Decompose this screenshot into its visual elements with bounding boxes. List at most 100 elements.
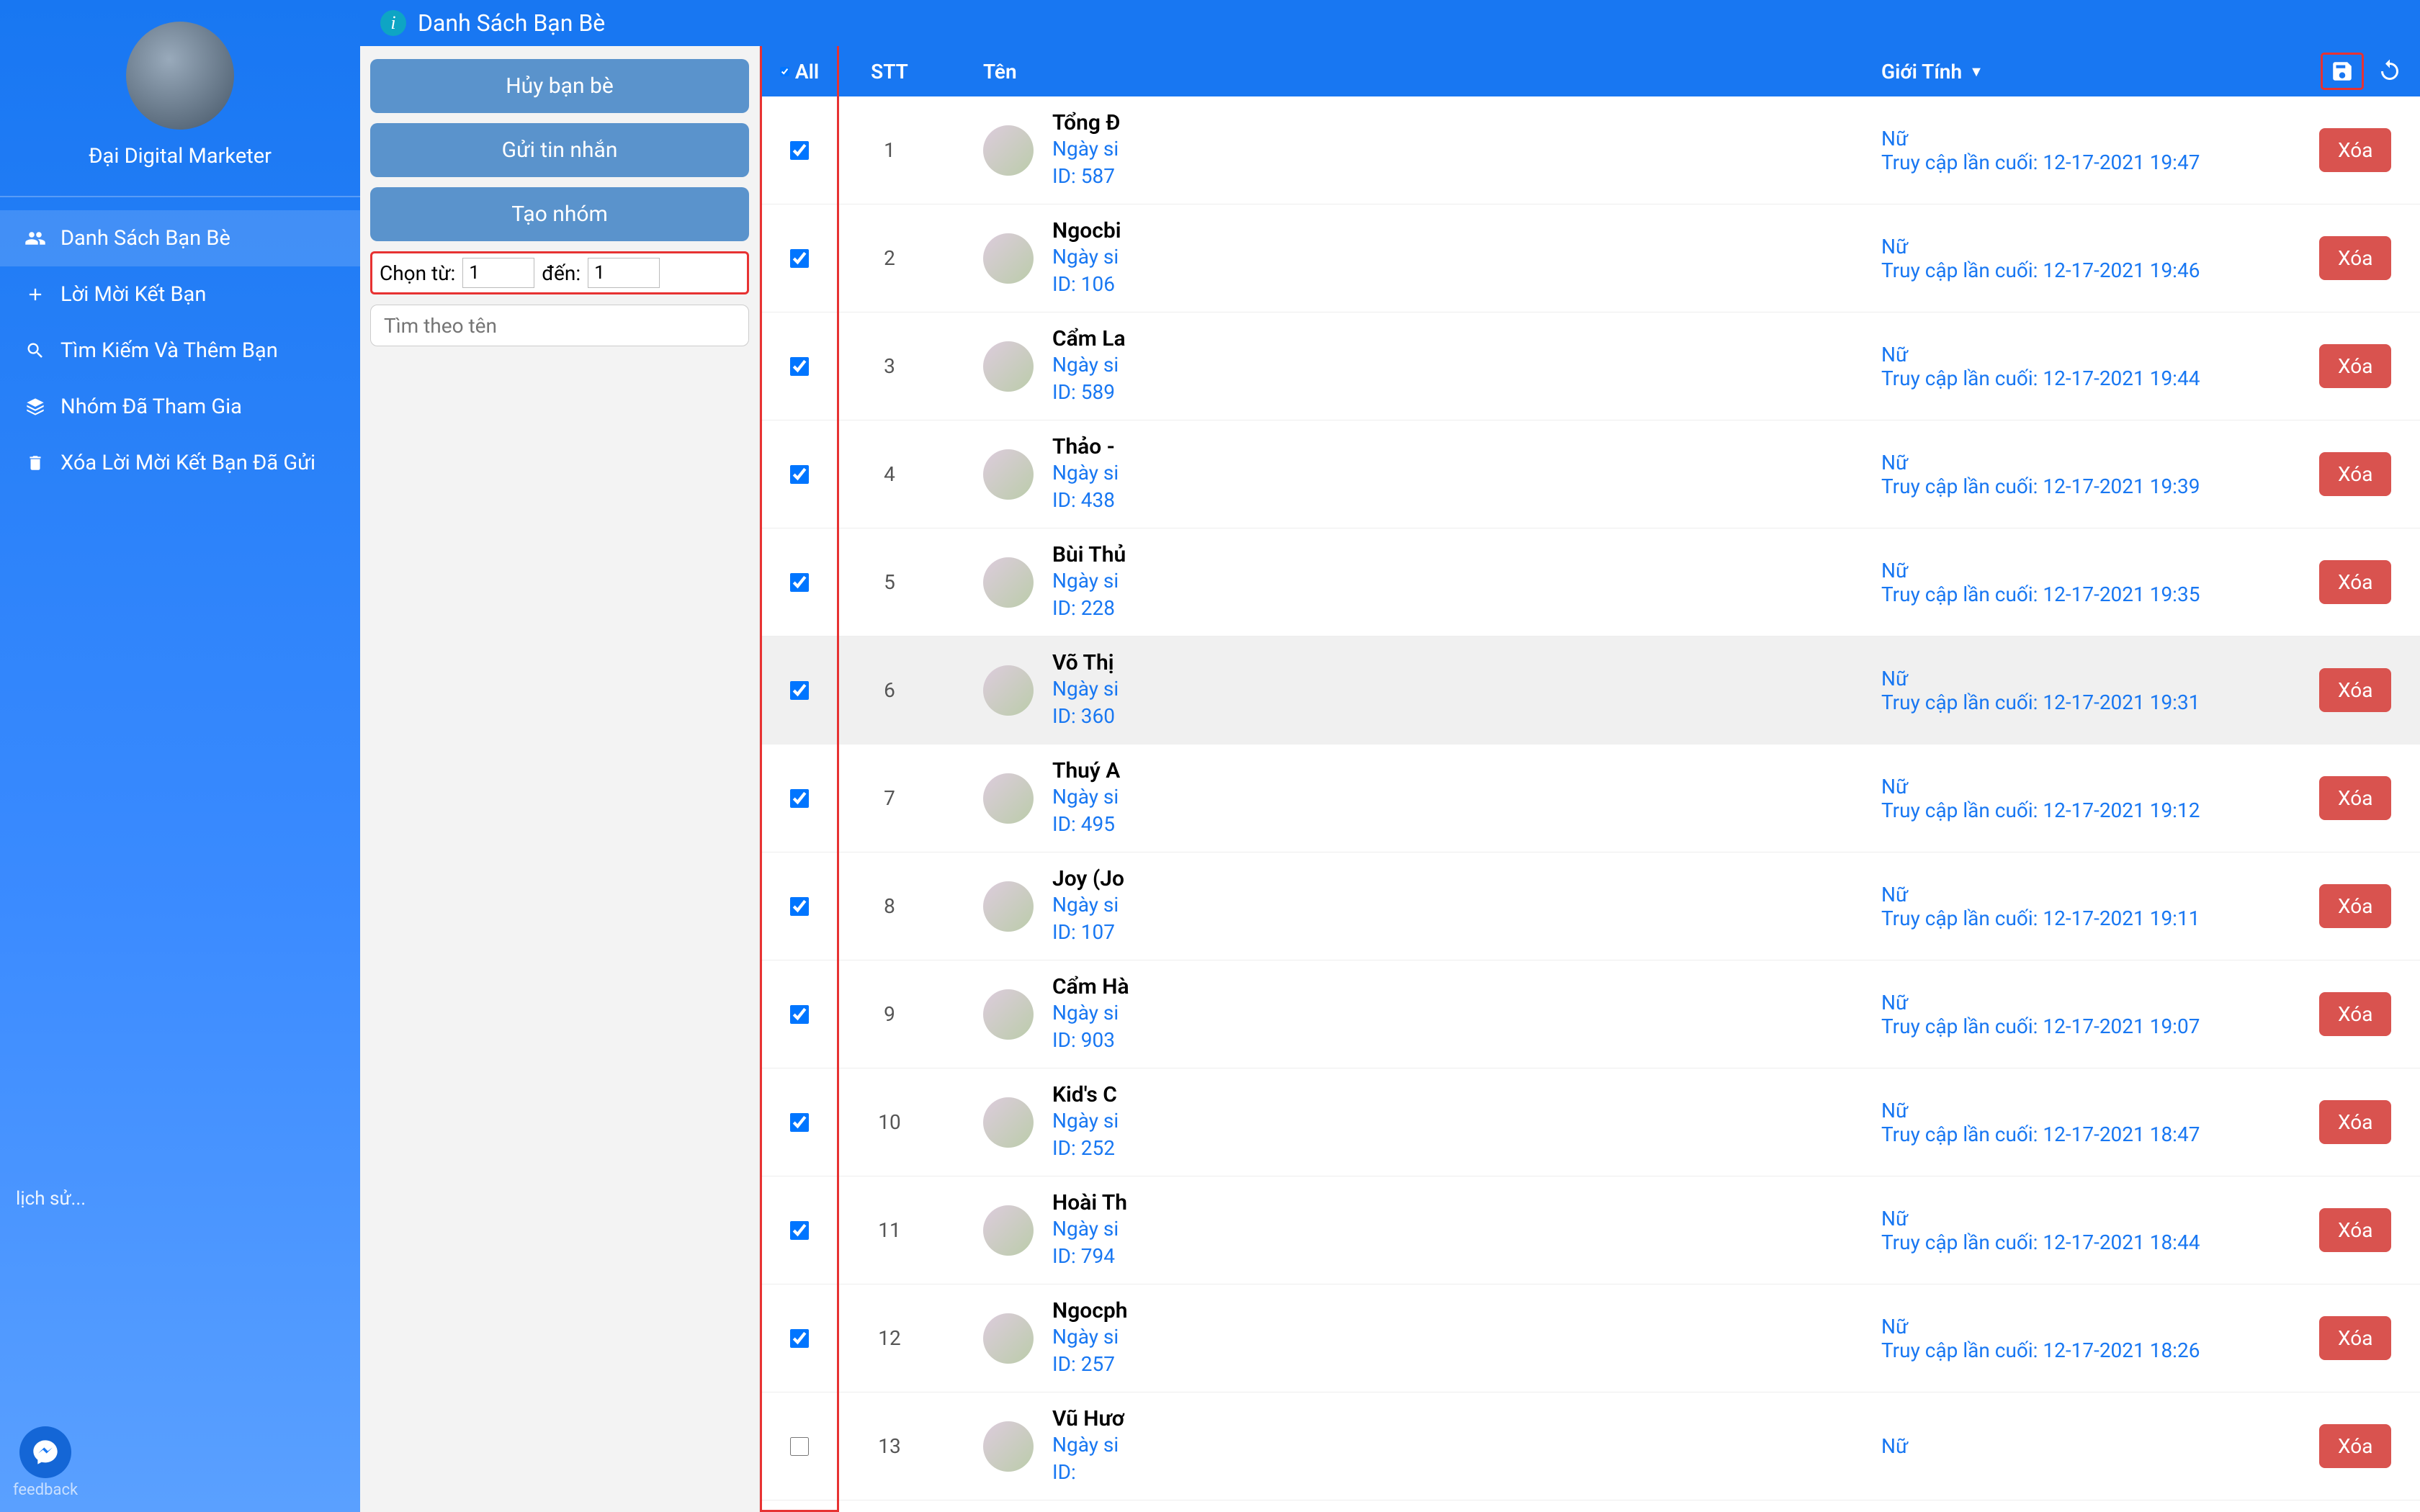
friend-dob: Ngày si [1052,1323,1128,1351]
row-checkbox[interactable] [790,573,809,592]
friend-gender: Nữ [1881,883,2319,906]
friend-avatar[interactable] [983,989,1034,1040]
friend-name[interactable]: Tổng Đ [1052,110,1120,135]
friend-id: ID: 903 [1052,1027,1129,1054]
friend-avatar[interactable] [983,1421,1034,1472]
friend-avatar[interactable] [983,1205,1034,1256]
friends-table: All STT Tên Giới Tính ▼ [760,46,2420,1512]
delete-button[interactable]: Xóa [2319,452,2391,496]
sidebar: Đại Digital Marketer Danh Sách Bạn BèLời… [0,0,360,1512]
range-to-label: đến: [542,261,581,285]
row-checkbox[interactable] [790,1221,809,1240]
sidebar-nav: Danh Sách Bạn BèLời Mời Kết BạnTìm Kiếm … [0,210,360,491]
table-row: 3Cẩm LaNgày siID: 589NữTruy cập lần cuối… [760,312,2420,420]
delete-button[interactable]: Xóa [2319,236,2391,280]
sidebar-item-3[interactable]: Nhóm Đã Tham Gia [0,379,360,435]
delete-button[interactable]: Xóa [2319,1424,2391,1468]
save-icon[interactable] [2321,53,2364,90]
table-row: 5Bùi ThủNgày siID: 228NữTruy cập lần cuố… [760,528,2420,636]
row-checkbox[interactable] [790,1005,809,1024]
titlebar: i Danh Sách Bạn Bè [360,0,2420,46]
header-name[interactable]: Tên [940,60,1873,84]
friend-name[interactable]: Võ Thị [1052,650,1119,675]
refresh-icon[interactable] [2377,58,2403,84]
friend-avatar[interactable] [983,665,1034,716]
row-checkbox[interactable] [790,1437,809,1456]
delete-button[interactable]: Xóa [2319,1316,2391,1360]
row-checkbox[interactable] [790,897,809,916]
row-checkbox[interactable] [790,465,809,484]
friend-avatar[interactable] [983,233,1034,284]
messenger-icon[interactable] [19,1426,71,1478]
sidebar-item-4[interactable]: Xóa Lời Mời Kết Bạn Đã Gửi [0,435,360,491]
friend-last-access: Truy cập lần cuối: 12-17-2021 18:26 [1881,1338,2319,1362]
history-label[interactable]: lịch sử... [16,1188,86,1210]
friend-name[interactable]: Cẩm La [1052,326,1126,351]
delete-button[interactable]: Xóa [2319,992,2391,1036]
friend-avatar[interactable] [983,773,1034,824]
friend-avatar[interactable] [983,557,1034,608]
friend-last-access: Truy cập lần cuối: 12-17-2021 19:11 [1881,906,2319,930]
row-checkbox[interactable] [790,789,809,808]
friend-avatar[interactable] [983,1097,1034,1148]
select-all-checkbox[interactable] [780,67,789,76]
row-checkbox[interactable] [790,681,809,700]
friend-name[interactable]: Ngocbi [1052,218,1121,243]
info-icon[interactable]: i [380,10,406,36]
range-to-input[interactable] [588,258,660,288]
table-row: 12NgocphNgày siID: 257NữTruy cập lần cuố… [760,1284,2420,1392]
row-checkbox[interactable] [790,357,809,376]
sidebar-item-label: Nhóm Đã Tham Gia [60,395,242,419]
send-message-button[interactable]: Gửi tin nhắn [370,123,749,177]
sidebar-item-0[interactable]: Danh Sách Bạn Bè [0,210,360,266]
row-checkbox[interactable] [790,249,809,268]
unfriend-button[interactable]: Hủy bạn bè [370,59,749,113]
header-gender[interactable]: Giới Tính ▼ [1873,60,2319,84]
delete-button[interactable]: Xóa [2319,776,2391,820]
friend-name[interactable]: Hoài Th [1052,1190,1127,1215]
friend-dob: Ngày si [1052,135,1120,163]
friend-name[interactable]: Vũ Hươ [1052,1406,1124,1431]
table-row: 7Thuý ANgày siID: 495NữTruy cập lần cuối… [760,744,2420,852]
friend-avatar[interactable] [983,125,1034,176]
layers-icon [23,397,48,417]
row-checkbox[interactable] [790,1329,809,1348]
delete-button[interactable]: Xóa [2319,128,2391,172]
friend-name[interactable]: Cẩm Hà [1052,974,1129,999]
delete-button[interactable]: Xóa [2319,344,2391,388]
table-row: 9Cẩm HàNgày siID: 903NữTruy cập lần cuối… [760,960,2420,1068]
range-from-label: Chọn từ: [380,261,455,285]
row-checkbox[interactable] [790,141,809,160]
sidebar-item-2[interactable]: Tìm Kiếm Và Thêm Bạn [0,323,360,379]
range-from-input[interactable] [462,258,534,288]
sidebar-item-1[interactable]: Lời Mời Kết Bạn [0,266,360,323]
friend-id: ID: 438 [1052,487,1119,514]
friend-avatar[interactable] [983,341,1034,392]
friend-avatar[interactable] [983,449,1034,500]
delete-button[interactable]: Xóa [2319,1100,2391,1144]
friend-name[interactable]: Thảo - [1052,434,1119,459]
friend-id: ID: 794 [1052,1243,1127,1270]
friend-name[interactable]: Bùi Thủ [1052,542,1126,567]
friend-gender: Nữ [1881,1099,2319,1122]
row-checkbox[interactable] [790,1113,809,1132]
friend-avatar[interactable] [983,1313,1034,1364]
friend-name[interactable]: Joy (Jo [1052,866,1124,891]
header-stt[interactable]: STT [839,60,940,84]
header-all: All [795,60,819,84]
table-row: 1Tổng ĐNgày siID: 587NữTruy cập lần cuối… [760,96,2420,204]
friend-name[interactable]: Thuý A [1052,758,1120,783]
friend-avatar[interactable] [983,881,1034,932]
delete-button[interactable]: Xóa [2319,1208,2391,1252]
friend-name[interactable]: Ngocph [1052,1298,1128,1323]
friend-gender: Nữ [1881,343,2319,366]
delete-button[interactable]: Xóa [2319,884,2391,928]
create-group-button[interactable]: Tạo nhóm [370,187,749,241]
friend-last-access: Truy cập lần cuối: 12-17-2021 19:31 [1881,690,2319,714]
friend-name[interactable]: Kid's C [1052,1082,1119,1107]
delete-button[interactable]: Xóa [2319,668,2391,712]
search-input[interactable] [370,305,749,346]
plus-icon [23,284,48,305]
delete-button[interactable]: Xóa [2319,560,2391,604]
feedback-block[interactable]: feedback [13,1426,78,1499]
